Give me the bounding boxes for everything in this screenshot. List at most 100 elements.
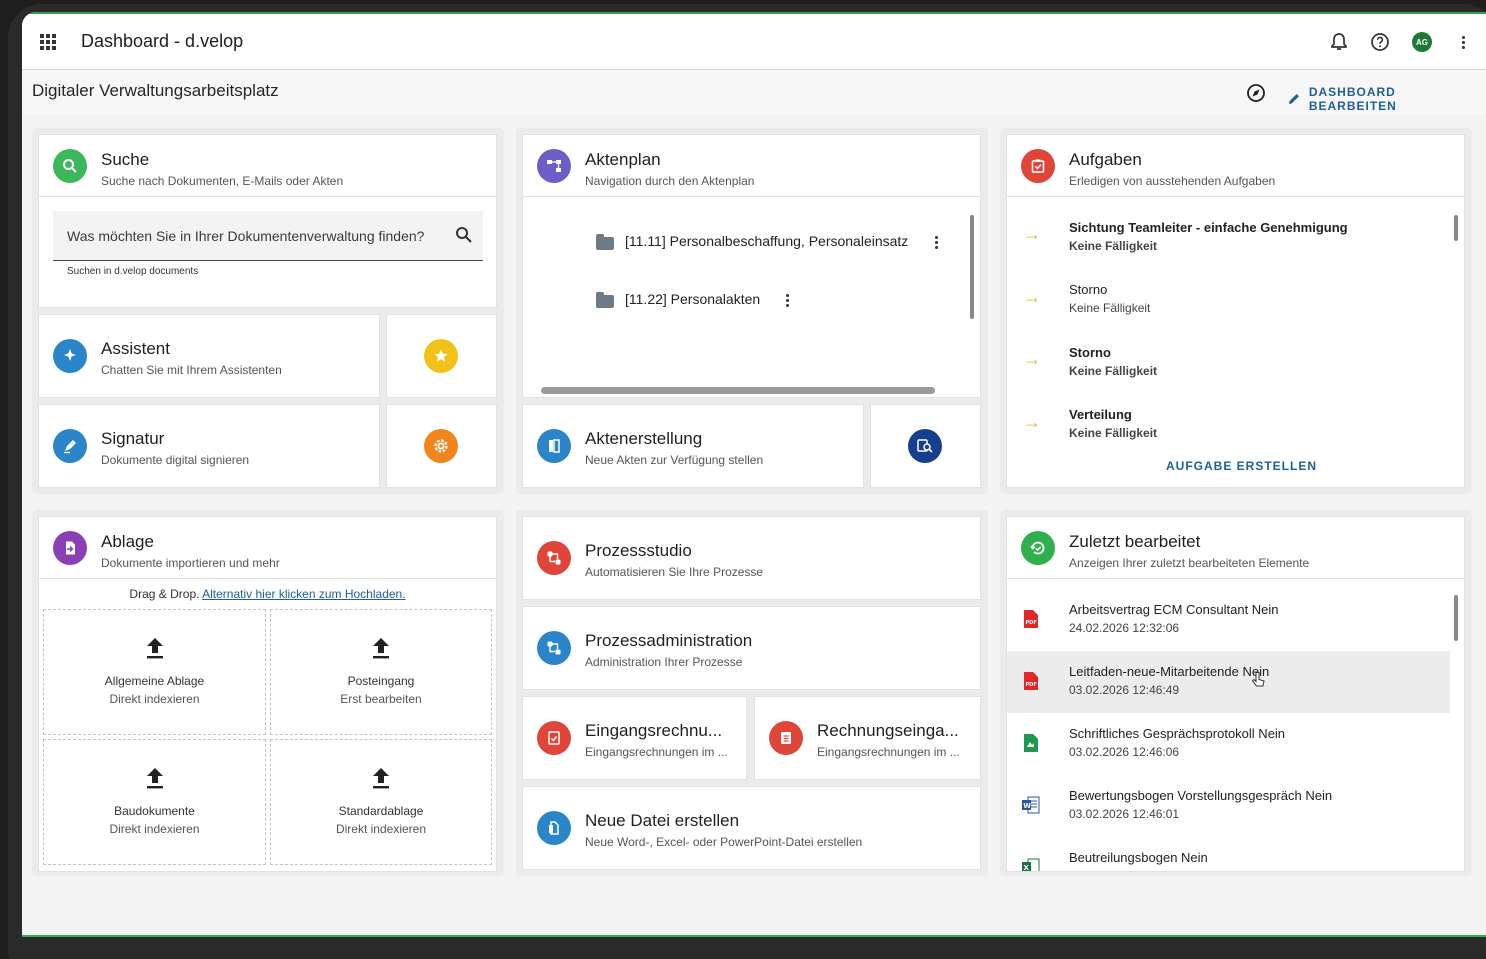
- arrow-right-icon: →: [1023, 224, 1041, 244]
- dashboard-title: Digitaler Verwaltungsarbeitsplatz: [32, 81, 279, 100]
- task-title: Verteilung: [1069, 407, 1132, 422]
- suche-subtitle: Suche nach Dokumenten, E-Mails oder Akte…: [101, 174, 344, 188]
- more-menu-icon[interactable]: [1454, 32, 1474, 52]
- ablage-title: Ablage: [101, 532, 154, 551]
- task-due: Keine Fälligkeit: [1069, 426, 1158, 440]
- zuletzt-card: Zuletzt bearbeitet Anzeigen Ihrer zuletz…: [1006, 516, 1465, 872]
- drop-target-name: Standardablage: [338, 804, 424, 818]
- prozessstudio-title: Prozessstudio: [585, 541, 692, 560]
- item-menu-icon[interactable]: [935, 236, 939, 249]
- drop-target-action: Direkt indexieren: [109, 822, 200, 836]
- favorites-card[interactable]: [386, 314, 497, 398]
- app-bar: Dashboard - d.velop AG: [22, 14, 1486, 70]
- recent-icon: [1021, 531, 1055, 565]
- aktenplan-subtitle: Navigation durch den Aktenplan: [585, 174, 755, 188]
- aktenerstellung-card[interactable]: Aktenerstellung Neue Akten zur Verfügung…: [522, 404, 864, 488]
- recent-doc-row[interactable]: Schriftliches Gesprächsprotokoll Nein 03…: [1007, 713, 1450, 775]
- task-due: Keine Fälligkeit: [1069, 301, 1151, 315]
- aufgaben-card: Aufgaben Erledigen von ausstehenden Aufg…: [1006, 134, 1465, 488]
- folder-icon: [596, 292, 614, 308]
- drag-drop-text: Drag & Drop.: [129, 587, 200, 601]
- suche-header[interactable]: Suche Suche nach Dokumenten, E-Mails ode…: [39, 135, 496, 197]
- svg-text:X: X: [1024, 864, 1030, 872]
- horizontal-scrollbar[interactable]: [541, 387, 935, 394]
- search-submit-icon[interactable]: [455, 226, 473, 249]
- item-menu-icon[interactable]: [786, 294, 790, 307]
- aktenplan-item-1[interactable]: [11.11] Personalbeschaffung, Personalein…: [625, 233, 908, 249]
- aufgaben-header[interactable]: Aufgaben Erledigen von ausstehenden Aufg…: [1007, 135, 1464, 197]
- user-avatar[interactable]: AG: [1412, 32, 1432, 52]
- task-due: Keine Fälligkeit: [1069, 364, 1158, 378]
- doc-name: Beutreilungsbogen Nein: [1069, 850, 1208, 865]
- ablage-header[interactable]: Ablage Dokumente importieren und mehr: [39, 517, 496, 579]
- recent-doc-row[interactable]: W Bewertungsbogen Vorstellungsgespräch N…: [1007, 775, 1450, 837]
- sparkle-icon: [53, 339, 87, 373]
- drop-target-posteingang[interactable]: Posteingang Erst bearbeiten: [270, 609, 492, 735]
- vertical-scrollbar[interactable]: [1454, 213, 1458, 438]
- aktenplan-header[interactable]: Aktenplan Navigation durch den Aktenplan: [523, 135, 980, 197]
- arrow-right-icon: →: [1023, 349, 1041, 369]
- file-search-card[interactable]: [870, 404, 981, 488]
- vertical-scrollbar[interactable]: [1454, 587, 1458, 869]
- aktenplan-title: Aktenplan: [585, 150, 661, 169]
- arrow-right-icon: →: [1023, 412, 1041, 432]
- aktenplan-card: Aktenplan Navigation durch den Aktenplan…: [522, 134, 981, 398]
- suche-title: Suche: [101, 150, 150, 169]
- recent-doc-row[interactable]: PDF Arbeitsvertrag ECM Consultant Nein 2…: [1007, 589, 1450, 651]
- rechnungseingang-card[interactable]: Rechnungseinga... Eingangsrechnungen im …: [754, 696, 981, 780]
- assistent-title: Assistent: [101, 339, 170, 358]
- prozessadmin-title: Prozessadministration: [585, 631, 753, 650]
- process-studio-icon: [537, 541, 571, 575]
- neue-datei-card[interactable]: Neue Datei erstellen Neue Word-, Excel- …: [522, 786, 981, 870]
- app-launcher-icon[interactable]: [40, 34, 56, 50]
- signatur-card[interactable]: Signatur Dokumente digital signieren: [38, 404, 380, 488]
- aufgaben-title: Aufgaben: [1069, 150, 1142, 169]
- doc-date: 03.02.2026 12:46:01: [1069, 807, 1180, 821]
- hand-cursor-icon: [1251, 671, 1265, 694]
- drop-target-name: Allgemeine Ablage: [104, 674, 205, 688]
- recent-doc-row[interactable]: PDF Leitfaden-neue-Mitarbeitende Nein 03…: [1007, 651, 1450, 713]
- eingangsrechnung-card[interactable]: Eingangsrechnu... Eingangsrechnungen im …: [522, 696, 747, 780]
- ablage-subtitle: Dokumente importieren und mehr: [101, 556, 280, 570]
- prozessstudio-card[interactable]: Prozessstudio Automatisieren Sie Ihre Pr…: [522, 516, 981, 600]
- drop-hint: Drag & Drop. Alternativ hier klicken zum…: [39, 587, 496, 601]
- aktenerstellung-subtitle: Neue Akten zur Verfügung stellen: [585, 453, 764, 467]
- aktenplan-item-2[interactable]: [11.22] Personalakten: [625, 291, 760, 307]
- star-icon: [424, 339, 458, 373]
- vertical-scrollbar[interactable]: [970, 213, 974, 373]
- doc-name: Arbeitsvertrag ECM Consultant Nein: [1069, 602, 1279, 617]
- task-title: Sichtung Teamleiter - einfache Genehmigu…: [1069, 220, 1348, 235]
- help-icon[interactable]: [1370, 32, 1390, 52]
- edit-dashboard-button[interactable]: DASHBOARD BEARBEITEN: [1287, 85, 1486, 113]
- rechnungseingang-title: Rechnungseinga...: [817, 721, 959, 740]
- pencil-icon: [1288, 94, 1299, 104]
- svg-text:W: W: [1023, 802, 1031, 810]
- assistent-card[interactable]: Assistent Chatten Sie mit Ihrem Assisten…: [38, 314, 380, 398]
- prozessadmin-subtitle: Administration Ihrer Prozesse: [585, 655, 743, 669]
- excel-icon: X: [1021, 857, 1041, 872]
- signatur-title: Signatur: [101, 429, 165, 448]
- process-admin-icon: [537, 631, 571, 665]
- neue-datei-subtitle: Neue Word-, Excel- oder PowerPoint-Datei…: [585, 835, 863, 849]
- file-plan-icon: [537, 149, 571, 183]
- aufgaben-subtitle: Erledigen von ausstehenden Aufgaben: [1069, 174, 1276, 188]
- bottom-accent-line: [22, 935, 1486, 937]
- upload-icon: [370, 766, 392, 795]
- bell-icon[interactable]: [1329, 32, 1349, 52]
- drop-target-allgemeine-ablage[interactable]: Allgemeine Ablage Direkt indexieren: [43, 609, 266, 735]
- create-file-icon: [537, 429, 571, 463]
- upload-link[interactable]: Alternativ hier klicken zum Hochladen.: [202, 587, 405, 601]
- drop-target-baudokumente[interactable]: Baudokumente Direkt indexieren: [43, 739, 266, 865]
- search-input[interactable]: Was möchten Sie in Ihrer Dokumentenverwa…: [53, 211, 483, 261]
- recent-doc-row[interactable]: X Beutreilungsbogen Nein: [1007, 837, 1450, 872]
- create-task-button[interactable]: AUFGABE ERSTELLEN: [1166, 459, 1317, 473]
- zuletzt-subtitle: Anzeigen Ihrer zuletzt bearbeiteten Elem…: [1069, 556, 1310, 570]
- drop-target-standardablage[interactable]: Standardablage Direkt indexieren: [270, 739, 492, 865]
- prozessadmin-card[interactable]: Prozessadministration Administration Ihr…: [522, 606, 981, 690]
- invoice-check-icon: [537, 721, 571, 755]
- task-title: Storno: [1069, 282, 1108, 297]
- dashboard-content: Suche Suche nach Dokumenten, E-Mails ode…: [22, 114, 1486, 937]
- zuletzt-header[interactable]: Zuletzt bearbeitet Anzeigen Ihrer zuletz…: [1007, 517, 1464, 579]
- settings-card[interactable]: [386, 404, 497, 488]
- compass-icon[interactable]: [1246, 83, 1266, 108]
